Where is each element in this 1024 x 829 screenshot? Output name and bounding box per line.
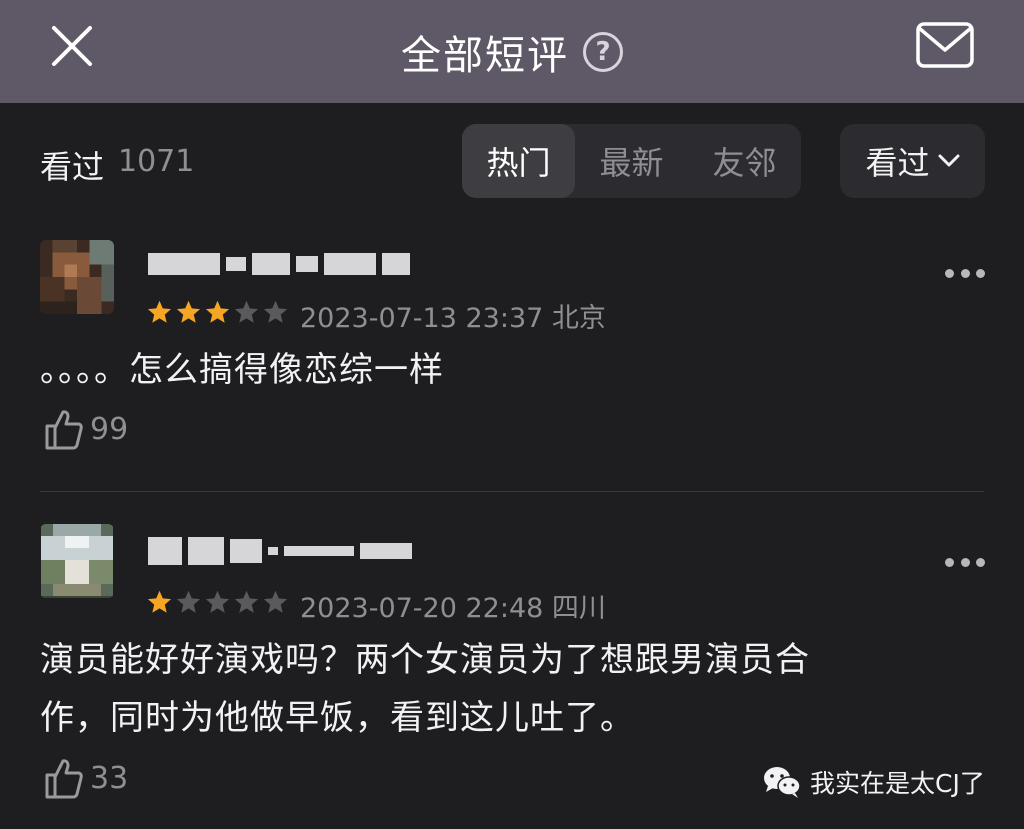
star-filled-icon (205, 300, 230, 323)
like-count: 33 (90, 760, 129, 796)
tab-latest[interactable]: 最新 (575, 124, 688, 198)
more-options-icon[interactable] (945, 269, 985, 281)
username-redacted[interactable] (148, 535, 412, 567)
comment-location: 四川 (551, 593, 606, 624)
like-count: 99 (90, 411, 129, 447)
star-empty-icon (205, 590, 230, 613)
star-empty-icon (263, 590, 288, 613)
thumbs-up-icon (45, 410, 83, 450)
comment-datetime: 2023-07-20 22:48 (300, 593, 544, 624)
top-bar (0, 0, 1024, 103)
thumbs-up-icon (45, 759, 83, 799)
help-icon[interactable]: ? (583, 31, 623, 72)
mail-icon[interactable] (916, 22, 974, 68)
tab-hot[interactable]: 热门 (462, 124, 575, 198)
comment-text: 演员能好好演戏吗？两个女演员为了想跟男演员合 作，同时为他做早饭，看到这儿吐了。 (40, 631, 810, 747)
comment-meta: 2023-07-13 23:37 北京 (300, 296, 606, 335)
avatar[interactable] (40, 240, 114, 314)
like-button[interactable]: 99 (44, 408, 128, 450)
star-empty-icon (234, 590, 259, 613)
rating-stars (146, 589, 289, 615)
comment-text-line: 作，同时为他做早饭，看到这儿吐了。 (40, 698, 635, 738)
comment-meta: 2023-07-20 22:48 四川 (300, 586, 606, 625)
dropdown-label: 看过 (865, 144, 930, 182)
tab-friends[interactable]: 友邻 (688, 124, 801, 198)
username-redacted[interactable] (148, 248, 410, 280)
comment-datetime: 2023-07-13 23:37 (300, 303, 544, 334)
more-options-icon[interactable] (945, 558, 985, 570)
comment-location: 北京 (551, 303, 606, 334)
watched-filter-dropdown[interactable]: 看过 (840, 124, 985, 198)
rating-stars (146, 299, 289, 325)
star-empty-icon (234, 300, 259, 323)
like-button[interactable]: 33 (44, 757, 128, 799)
star-filled-icon (176, 300, 201, 323)
watched-count: 1071 (118, 144, 195, 179)
chevron-down-icon (938, 154, 959, 167)
comment-text: 。。。。怎么搞得像恋综一样 (40, 350, 444, 390)
star-filled-icon (147, 300, 172, 323)
sort-tabs: 热门 最新 友邻 (462, 124, 801, 198)
watermark: 我实在是太CJ了 (762, 764, 985, 800)
watched-label: 看过 (40, 148, 105, 186)
star-filled-icon (147, 590, 172, 613)
wechat-icon (764, 767, 801, 798)
star-empty-icon (176, 590, 201, 613)
watermark-text: 我实在是太CJ了 (810, 769, 985, 798)
divider (40, 491, 984, 492)
close-icon[interactable] (50, 24, 94, 68)
star-empty-icon (263, 300, 288, 323)
avatar[interactable] (40, 524, 114, 598)
comment-text-line: 演员能好好演戏吗？两个女演员为了想跟男演员合 (40, 640, 810, 680)
